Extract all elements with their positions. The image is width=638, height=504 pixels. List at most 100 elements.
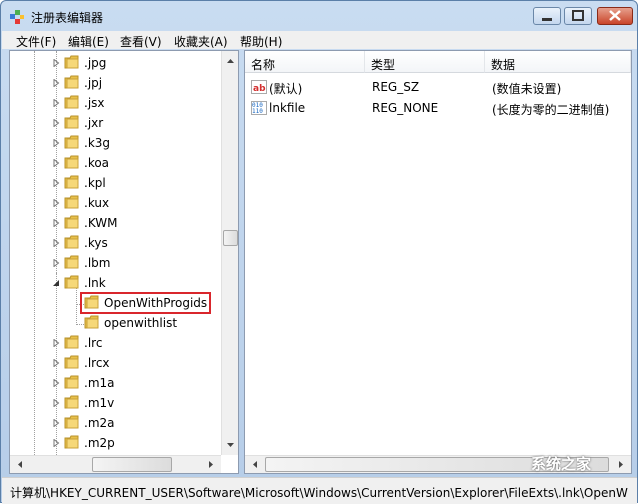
collapsed-arrow-icon[interactable] <box>52 79 60 87</box>
tree-child-node[interactable]: openwithlist <box>10 313 220 333</box>
collapsed-arrow-icon[interactable] <box>52 419 60 427</box>
tree-node-label: .jpg <box>84 56 107 70</box>
collapsed-arrow-icon[interactable] <box>52 179 60 187</box>
svg-text:ab: ab <box>253 84 266 94</box>
folder-icon <box>64 155 79 169</box>
tree-node[interactable]: .lbm <box>10 253 220 273</box>
collapsed-arrow-icon[interactable] <box>52 339 60 347</box>
column-header-label: 类型 <box>371 58 396 72</box>
tree-node[interactable]: .lrcx <box>10 353 220 373</box>
collapsed-arrow-icon[interactable] <box>52 199 60 207</box>
collapsed-arrow-icon[interactable] <box>52 99 60 107</box>
menu-view[interactable]: 查看(V) <box>120 33 162 50</box>
maximize-button[interactable] <box>564 7 592 25</box>
scroll-left-icon[interactable] <box>247 456 263 473</box>
scroll-down-icon[interactable] <box>222 437 239 453</box>
tree-node[interactable]: .k3g <box>10 133 220 153</box>
tree-node[interactable]: .jpj <box>10 73 220 93</box>
collapsed-arrow-icon[interactable] <box>52 139 60 147</box>
tree-node[interactable]: .m2a <box>10 413 220 433</box>
registry-tree[interactable]: .jpg .jpj .jsx .jxr .k3g .koa .kpl .kux .KWM .kys… <box>9 50 239 474</box>
collapsed-arrow-icon[interactable] <box>52 399 60 407</box>
value-name: (默认) <box>269 82 303 96</box>
folder-icon <box>64 435 79 449</box>
tree-node[interactable]: .m1v <box>10 393 220 413</box>
values-list[interactable]: 名称 类型 数据 ab (默认) REG_SZ (数值未设置) 010 110 … <box>244 50 632 474</box>
string-value-icon: ab <box>251 80 267 94</box>
scroll-thumb[interactable] <box>92 457 172 472</box>
tree-node-label: .m2a <box>84 416 115 430</box>
minimize-button[interactable] <box>533 7 561 25</box>
tree-vertical-scrollbar[interactable] <box>221 51 239 455</box>
column-header-type[interactable]: 类型 <box>365 51 485 73</box>
close-icon <box>609 10 621 21</box>
scroll-thumb[interactable] <box>223 230 238 246</box>
tree-node[interactable]: .lnk <box>10 273 220 293</box>
collapsed-arrow-icon[interactable] <box>52 159 60 167</box>
folder-icon <box>64 135 79 149</box>
folder-icon <box>64 75 79 89</box>
column-header-data[interactable]: 数据 <box>485 51 631 73</box>
collapsed-arrow-icon[interactable] <box>52 59 60 67</box>
collapsed-arrow-icon[interactable] <box>52 119 60 127</box>
svg-text:110: 110 <box>252 108 263 115</box>
menu-favorites[interactable]: 收藏夹(A) <box>174 33 228 50</box>
tree-node-label: .lnk <box>84 276 106 290</box>
tree-node[interactable]: .KWM <box>10 213 220 233</box>
binary-value-icon: 010 110 <box>251 101 267 115</box>
collapsed-arrow-icon[interactable] <box>52 259 60 267</box>
folder-icon <box>64 195 79 209</box>
value-data: (长度为零的二进制值) <box>492 103 610 117</box>
tree-node[interactable]: .m1a <box>10 373 220 393</box>
tree-node-label: .lrc <box>84 336 103 350</box>
scroll-right-icon[interactable] <box>613 456 629 473</box>
menu-edit[interactable]: 编辑(E) <box>68 33 109 50</box>
menu-file[interactable]: 文件(F) <box>16 33 56 50</box>
folder-icon <box>64 395 79 409</box>
column-header-name[interactable]: 名称 <box>245 51 365 73</box>
tree-node-label: .m1a <box>84 376 115 390</box>
folder-icon <box>64 215 79 229</box>
collapsed-arrow-icon[interactable] <box>52 379 60 387</box>
collapsed-arrow-icon[interactable] <box>52 239 60 247</box>
open-folder-icon <box>64 275 79 289</box>
registry-editor-window: 注册表编辑器 文件(F) 编辑(E) 查看(V) 收藏夹(A) 帮助(H) .j… <box>0 0 638 504</box>
tree-node-label: .k3g <box>84 136 111 150</box>
folder-icon <box>64 255 79 269</box>
menu-help[interactable]: 帮助(H) <box>240 33 282 50</box>
folder-icon <box>64 95 79 109</box>
collapsed-arrow-icon[interactable] <box>52 359 60 367</box>
tree-node[interactable]: .kux <box>10 193 220 213</box>
tree-node[interactable]: .kpl <box>10 173 220 193</box>
status-bar: 计算机\HKEY_CURRENT_USER\Software\Microsoft… <box>2 477 637 504</box>
folder-icon <box>84 315 99 329</box>
window-title: 注册表编辑器 <box>31 11 104 25</box>
tree-node-label: .koa <box>84 156 110 170</box>
folder-icon <box>64 175 79 189</box>
scroll-up-icon[interactable] <box>222 53 239 69</box>
collapsed-arrow-icon[interactable] <box>52 439 60 447</box>
value-type: REG_NONE <box>372 101 439 115</box>
column-header-label: 数据 <box>491 58 516 72</box>
title-bar[interactable]: 注册表编辑器 <box>1 1 637 31</box>
scroll-left-icon[interactable] <box>12 456 28 473</box>
tree-node[interactable]: .koa <box>10 153 220 173</box>
scroll-right-icon[interactable] <box>203 456 219 473</box>
folder-icon <box>64 335 79 349</box>
tree-node[interactable]: .jpg <box>10 53 220 73</box>
tree-horizontal-scrollbar[interactable] <box>10 455 221 473</box>
expanded-arrow-icon[interactable] <box>52 279 60 287</box>
tree-node[interactable]: .jsx <box>10 93 220 113</box>
tree-node[interactable]: .kys <box>10 233 220 253</box>
folder-icon <box>64 375 79 389</box>
minimize-icon <box>542 18 552 21</box>
tree-node[interactable]: .m2p <box>10 433 220 453</box>
tree-node-label: .lbm <box>84 256 111 270</box>
tree-node-label: .kpl <box>84 176 106 190</box>
tree-node[interactable]: .jxr <box>10 113 220 133</box>
folder-icon <box>64 415 79 429</box>
tree-node-label: .m2p <box>84 436 115 450</box>
close-button[interactable] <box>597 7 633 25</box>
collapsed-arrow-icon[interactable] <box>52 219 60 227</box>
tree-node[interactable]: .lrc <box>10 333 220 353</box>
